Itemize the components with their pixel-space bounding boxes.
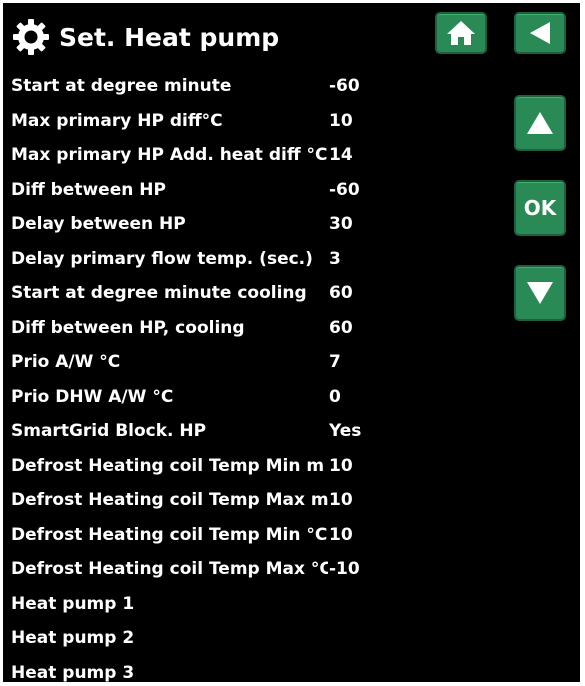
setting-value: 0 [329,386,341,407]
setting-label: Start at degree minute [11,76,232,97]
setting-row[interactable]: Heat pump 3 [11,656,431,682]
setting-value: Yes [329,421,362,442]
gear-icon [13,19,49,55]
back-button[interactable] [514,12,566,54]
setting-row[interactable]: Max primary HP diff°C 10 [11,104,431,139]
setting-row[interactable]: Heat pump 2 [11,621,431,656]
setting-row[interactable]: Delay primary flow temp. (sec.) 3 [11,242,431,277]
setting-value: 30 [329,214,353,235]
setting-value: 10 [329,455,353,476]
setting-row[interactable]: Start at degree minute -60 [11,69,431,104]
setting-row[interactable]: Prio A/W °C 7 [11,345,431,380]
setting-row[interactable]: Defrost Heating coil Temp Min m 10 [11,449,431,484]
setting-label: Defrost Heating coil Temp Max °C [11,559,328,580]
setting-value: 60 [329,317,353,338]
ok-label: OK [523,196,557,220]
setting-label: SmartGrid Block. HP [11,421,207,442]
home-icon [447,21,475,45]
setting-value: -60 [329,179,360,200]
back-arrow-icon [530,22,550,44]
screen: Set. Heat pump Start at degree minute -60… [3,3,580,682]
setting-label: Delay between HP [11,214,186,235]
setting-value: 10 [329,524,353,545]
setting-row[interactable]: Defrost Heating coil Temp Max °C -10 [11,552,431,587]
scroll-up-button[interactable] [514,95,566,151]
setting-row[interactable]: Prio DHW A/W °C 0 [11,380,431,415]
setting-value: 60 [329,283,353,304]
setting-row[interactable]: Max primary HP Add. heat diff °C 14 [11,138,431,173]
setting-value: 10 [329,490,353,511]
setting-row[interactable]: SmartGrid Block. HP Yes [11,414,431,449]
setting-value: 7 [329,352,341,373]
setting-value: -60 [329,76,360,97]
settings-list: Start at degree minute -60 Max primary HP … [11,69,431,682]
setting-label: Start at degree minute cooling [11,283,307,304]
setting-label: Defrost Heating coil Temp Min m [11,455,325,476]
setting-label: Prio A/W °C [11,352,121,373]
title-bar: Set. Heat pump [11,17,279,57]
setting-row[interactable]: Diff between HP, cooling 60 [11,311,431,346]
setting-value: -10 [329,559,360,580]
setting-row[interactable]: Diff between HP -60 [11,173,431,208]
up-arrow-icon [527,112,553,134]
setting-label: Heat pump 2 [11,628,135,649]
scroll-down-button[interactable] [514,265,566,321]
ok-button[interactable]: OK [514,180,566,236]
setting-label: Max primary HP diff°C [11,110,223,131]
page-title: Set. Heat pump [59,22,280,52]
setting-label: Max primary HP Add. heat diff °C [11,145,328,166]
setting-row[interactable]: Start at degree minute cooling 60 [11,276,431,311]
home-button[interactable] [435,12,487,54]
setting-value: 3 [329,248,341,269]
setting-label: Heat pump 1 [11,593,135,614]
setting-row[interactable]: Defrost Heating coil Temp Max m 10 [11,483,431,518]
setting-label: Prio DHW A/W °C [11,386,174,407]
setting-row[interactable]: Heat pump 1 [11,587,431,622]
setting-row[interactable]: Defrost Heating coil Temp Min °C 10 [11,518,431,553]
setting-label: Defrost Heating coil Temp Min °C [11,524,328,545]
setting-row[interactable]: Delay between HP 30 [11,207,431,242]
setting-label: Defrost Heating coil Temp Max m [11,490,328,511]
down-arrow-icon [527,282,553,304]
setting-label: Heat pump 3 [11,662,135,682]
setting-value: 10 [329,110,353,131]
setting-value: 14 [329,145,353,166]
setting-label: Diff between HP, cooling [11,317,245,338]
setting-label: Diff between HP [11,179,166,200]
setting-label: Delay primary flow temp. (sec.) [11,248,313,269]
